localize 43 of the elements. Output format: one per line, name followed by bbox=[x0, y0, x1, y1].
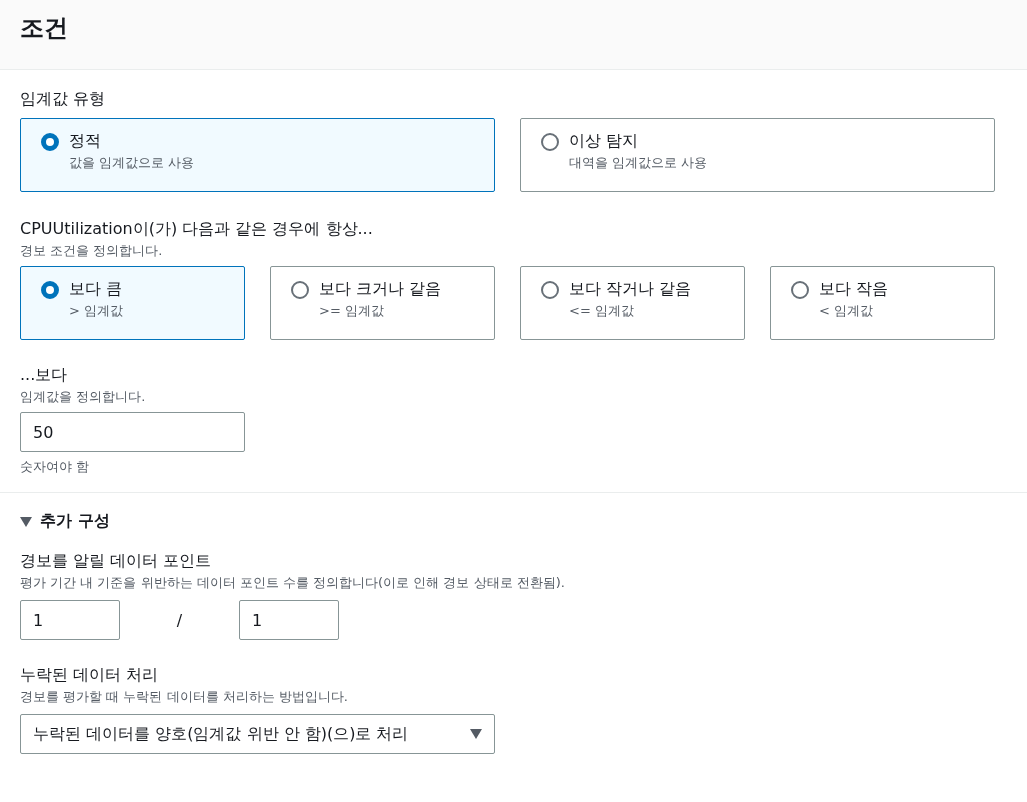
option-title: 보다 작거나 같음 bbox=[569, 278, 692, 300]
field-label: 경보를 알릴 데이터 포인트 bbox=[20, 550, 213, 572]
option-description: <= 임계값 bbox=[569, 302, 635, 320]
field-label: CPUUtilization이(가) 다음과 같은 경우에 항상... bbox=[20, 218, 374, 240]
period-input[interactable]: 1 bbox=[239, 600, 339, 640]
field-description: 임계값을 정의합니다. bbox=[20, 388, 147, 406]
option-title: 이상 탐지 bbox=[569, 130, 640, 152]
radio-button[interactable] bbox=[41, 281, 59, 299]
field-label: ...보다 bbox=[20, 364, 69, 386]
field-label: 임계값 유형 bbox=[20, 88, 107, 110]
option-card[interactable]: 보다 작거나 같음 <= 임계값 bbox=[520, 266, 745, 340]
option-card[interactable]: 정적 값을 임계값으로 사용 bbox=[20, 118, 495, 192]
option-description: 대역을 임계값으로 사용 bbox=[569, 154, 708, 172]
field-description: 경보 조건을 정의합니다. bbox=[20, 242, 164, 260]
section-title: 조건 bbox=[20, 13, 68, 44]
radio-button[interactable] bbox=[41, 133, 59, 151]
option-card[interactable]: 보다 큼 > 임계값 bbox=[20, 266, 245, 340]
field-description: 경보를 평가할 때 누락된 데이터를 처리하는 방법입니다. bbox=[20, 688, 349, 706]
missing-data-select[interactable]: 누락된 데이터를 양호(임계값 위반 안 함)(으)로 처리 bbox=[20, 714, 495, 754]
threshold-input[interactable]: 50 bbox=[20, 412, 245, 452]
field-description: 평가 기간 내 기준을 위반하는 데이터 포인트 수를 정의합니다(이로 인해 경보 상태로 전환됨). bbox=[20, 574, 566, 592]
radio-button[interactable] bbox=[541, 281, 559, 299]
option-description: 값을 임계값으로 사용 bbox=[69, 154, 195, 172]
option-title: 보다 크거나 같음 bbox=[319, 278, 442, 300]
option-description: < 임계값 bbox=[819, 302, 875, 320]
caret-icon bbox=[470, 729, 482, 739]
option-description: > 임계값 bbox=[69, 302, 124, 320]
option-title: 정적 bbox=[69, 130, 102, 152]
radio-button[interactable] bbox=[541, 133, 559, 151]
option-title: 보다 작음 bbox=[819, 278, 889, 300]
option-card[interactable]: 이상 탐지 대역을 임계값으로 사용 bbox=[520, 118, 995, 192]
caret-icon bbox=[20, 516, 32, 527]
option-card[interactable]: 보다 크거나 같음 >= 임계값 bbox=[270, 266, 495, 340]
radio-button[interactable] bbox=[291, 281, 309, 299]
separator-text: / bbox=[175, 610, 184, 630]
option-title: 보다 큼 bbox=[69, 278, 124, 300]
option-card[interactable]: 보다 작음 < 임계값 bbox=[770, 266, 995, 340]
field-label: 누락된 데이터 처리 bbox=[20, 664, 160, 686]
field-hint: 숫자여야 함 bbox=[20, 458, 91, 476]
option-description: >= 임계값 bbox=[319, 302, 385, 320]
expand-toggle[interactable]: 추가 구성 bbox=[20, 511, 110, 532]
datapoints-input[interactable]: 1 bbox=[20, 600, 120, 640]
radio-button[interactable] bbox=[791, 281, 809, 299]
